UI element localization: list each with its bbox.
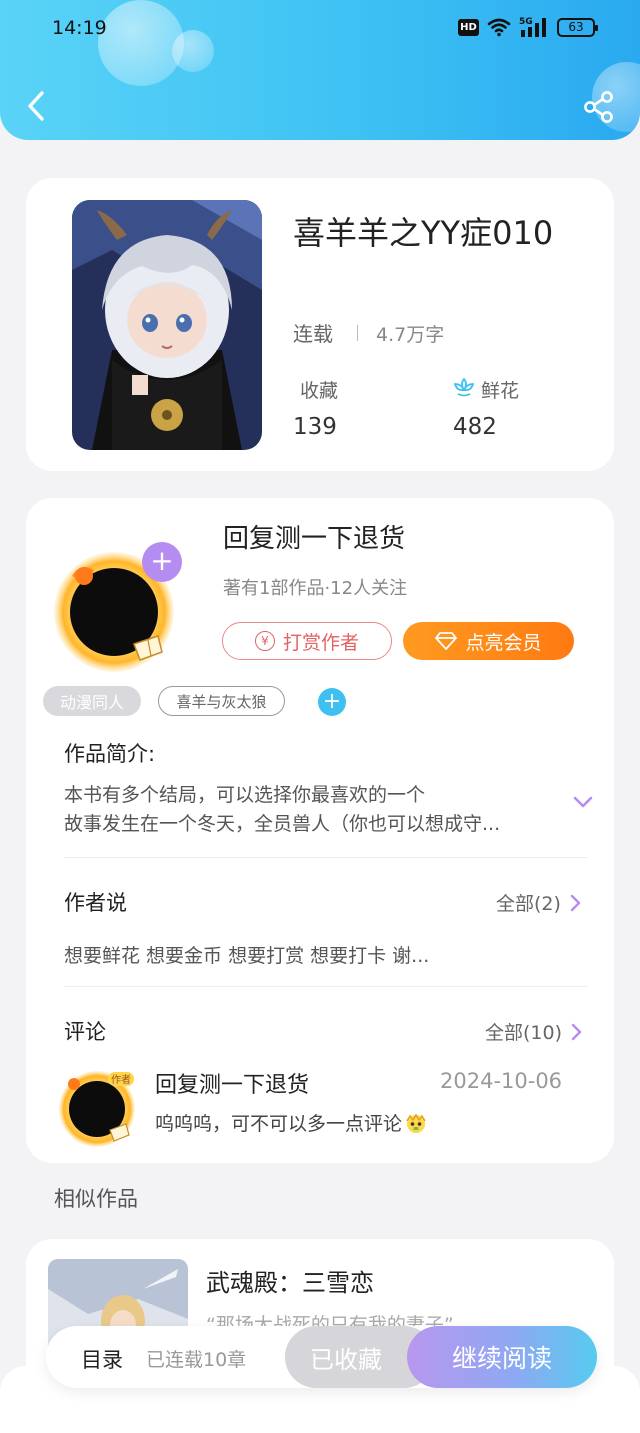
flowers-count: 482 [453,414,497,440]
comments-all-label: 全部(10) [485,1022,563,1044]
author-meta: 著有1部作品·12人关注 [223,578,408,599]
status-time: 14:19 [52,17,107,39]
author-says-all-link[interactable]: 全部(2) [496,889,581,916]
share-icon[interactable] [582,90,616,124]
vip-label: 点亮会员 [465,631,542,654]
tip-author-label: 打赏作者 [282,631,359,654]
diamond-icon [435,632,458,650]
chevron-right-icon [570,894,581,911]
comment-body: 呜呜呜，可不可以多一点评论 [155,1113,403,1135]
toc-button[interactable]: 目录 [81,1344,123,1374]
book-cover[interactable] [72,200,262,450]
book-info-card: 喜羊羊之YY症010 连载 4.7万字 收藏 139 鲜花 482 [26,178,614,471]
comments-title: 评论 [64,1020,106,1044]
cover-illustration [72,200,262,450]
hd-badge: HD [458,18,479,36]
intro-line-2: 故事发生在一个冬天，全员兽人（你也可以想成守... [64,813,501,835]
tag-category[interactable]: 动漫同人 [43,686,141,716]
top-header: 14:19 HD 5G 63 [0,0,640,140]
continue-reading-label: 继续阅读 [451,1344,552,1373]
collected-label: 已收藏 [310,1345,382,1374]
book-title: 喜羊羊之YY症010 [293,214,554,252]
comment-author-name: 回复测一下退货 [155,1073,310,1098]
bottom-action-bar: 目录 已连载10章 已收藏 继续阅读 [46,1326,597,1388]
book-word-count: 4.7万字 [376,324,445,346]
tag-fandom[interactable]: 喜羊与灰太狼 [158,686,285,716]
favorites-label: 收藏 [300,380,339,402]
continue-reading-button[interactable]: 继续阅读 [407,1326,597,1388]
chevron-down-icon[interactable] [572,794,594,810]
status-icons: HD 5G 63 [458,16,598,38]
divider [64,857,588,858]
similar-work-title: 武魂殿：三雪恋 [206,1269,374,1297]
comment-date: 2024-10-06 [440,1069,563,1093]
intro-title: 作品简介: [64,742,156,766]
book-status: 连载 [293,322,333,346]
battery-indicator: 63 [557,17,598,37]
author-name[interactable]: 回复测一下退货 [223,518,405,555]
divider [357,325,358,341]
similar-works-title: 相似作品 [54,1187,138,1211]
author-says-all-label: 全部(2) [496,893,561,915]
vip-button[interactable]: 点亮会员 [403,622,574,660]
decor-bubble [172,30,214,72]
tip-author-button[interactable]: ¥ 打赏作者 [222,622,392,660]
wifi-icon [487,18,511,37]
flowers-label: 鲜花 [481,380,520,402]
intro-line-1: 本书有多个结局，可以选择你最喜欢的一个 [64,784,426,806]
signal-5g-icon: 5G [519,17,546,37]
author-says-title: 作者说 [64,891,127,915]
follow-plus-icon[interactable]: + [142,542,182,582]
favorites-count: 139 [293,414,337,440]
author-badge: 作者 [111,1074,131,1086]
divider [64,986,588,987]
emoji-icon [406,1113,426,1133]
flower-icon [453,377,475,397]
chevron-right-icon [571,1023,582,1040]
back-arrow-icon[interactable] [22,88,52,124]
network-label: 5G [519,17,533,27]
commenter-avatar[interactable]: 作者 [56,1066,138,1148]
add-tag-plus-icon[interactable]: + [318,688,346,716]
author-card: + 回复测一下退货 著有1部作品·12人关注 ¥ 打赏作者 点亮会员 动漫同人 … [26,498,614,1163]
yen-icon: ¥ [254,631,275,651]
decor-bubble [98,0,184,86]
comments-all-link[interactable]: 全部(10) [485,1018,582,1045]
author-says-text[interactable]: 想要鲜花 想要金币 想要打赏 想要打卡 谢... [64,941,429,968]
comment-text: 呜呜呜，可不可以多一点评论 [155,1109,428,1136]
chapter-count: 已连载10章 [146,1349,247,1371]
